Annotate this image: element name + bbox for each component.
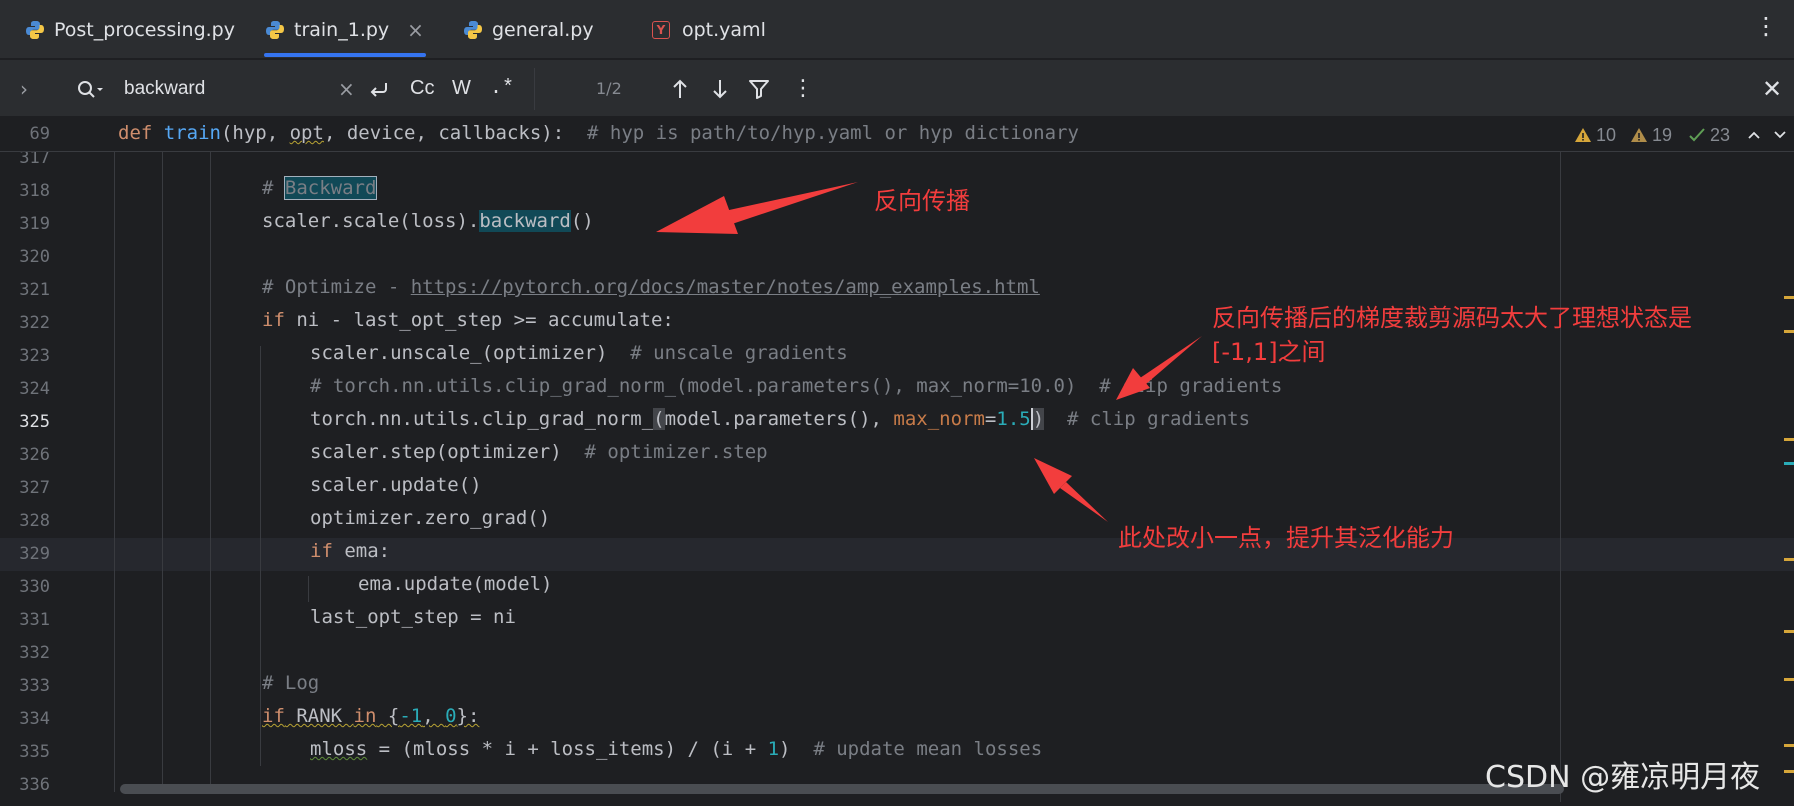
arrow-to-clip-comment (1116, 336, 1202, 400)
annotation-clip-line2: [-1,1]之间 (1212, 338, 1326, 366)
annotation-clip-line1: 反向传播后的梯度裁剪源码太大了理想状态是 (1212, 304, 1692, 332)
annotation-arrows (656, 182, 1202, 522)
annotation-backward: 反向传播 (874, 187, 970, 215)
annotation-reduce: 此处改小一点，提升其泛化能力 (1118, 524, 1454, 552)
watermark: CSDN @雍凉明月夜 (1485, 760, 1761, 795)
arrow-to-backward (656, 182, 858, 234)
arrow-to-max-norm (1034, 458, 1108, 522)
